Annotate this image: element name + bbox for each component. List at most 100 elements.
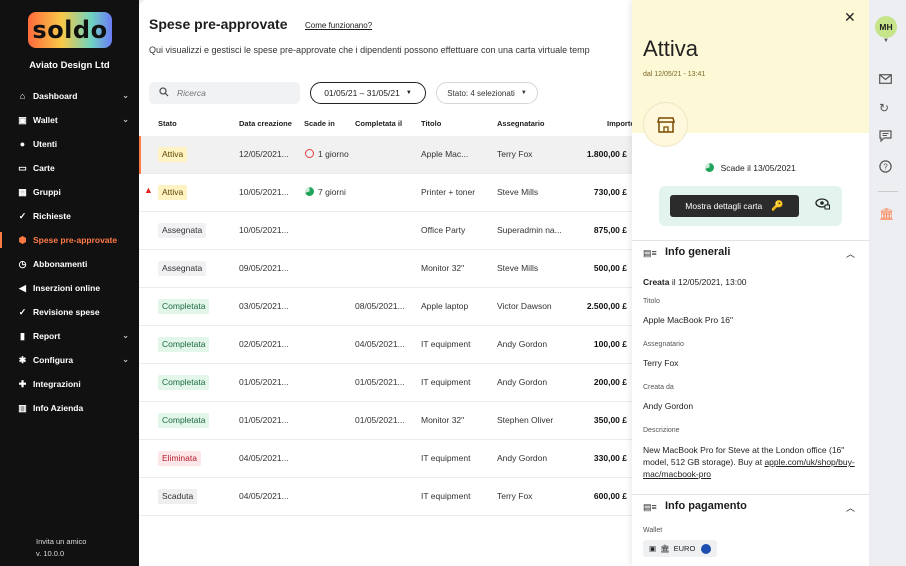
col-amount[interactable]: Importo [607, 119, 633, 128]
building-icon: ▥ [18, 402, 27, 413]
expiry-date: Scade il 13/05/2021 [720, 163, 796, 173]
table-row[interactable]: Eliminata 04/05/2021... IT equipment Andy G… [139, 440, 633, 478]
table-row[interactable]: Completata 02/05/2021... 04/05/2021... IT e… [139, 326, 633, 364]
general-info-header[interactable]: ▤≡ Info generali ︿ [632, 240, 869, 264]
sidebar-item-info-azienda[interactable]: ▥ Info Azienda [0, 396, 139, 420]
col-created[interactable]: Data creazione [239, 119, 292, 128]
completed-cell: 04/05/2021... [355, 339, 405, 349]
bank-icon[interactable]: 🏛 [879, 207, 894, 221]
created-cell: 02/05/2021... [239, 339, 289, 349]
status-badge: Completata [158, 337, 210, 352]
invite-friend-link[interactable]: Invita un amico [36, 536, 86, 548]
table-row[interactable]: Assegnata 09/05/2021... Monitor 32" Steve M… [139, 250, 633, 288]
amount-value: 1.800,00 £ [586, 149, 627, 159]
assignee-cell: Steve Mills [497, 263, 539, 273]
close-icon[interactable]: ✕ [844, 9, 856, 26]
chevron-down-icon: ⌄ [122, 115, 129, 124]
search-input[interactable] [177, 88, 287, 98]
title-cell: IT equipment [421, 491, 471, 501]
title-cell: Printer + toner [421, 187, 476, 197]
table-row[interactable]: Assegnata 10/05/2021... Office Party Supera… [139, 212, 633, 250]
table-row[interactable]: Completata 01/05/2021... 01/05/2021... Moni… [139, 402, 633, 440]
expiry-timer-icon [705, 163, 715, 172]
title-cell: IT equipment [421, 377, 471, 387]
title-cell: Monitor 32" [421, 415, 465, 425]
table-row[interactable]: Completata 01/05/2021... 01/05/2021... IT e… [139, 364, 633, 402]
sidebar-item-richieste[interactable]: ✓ Richieste [0, 204, 139, 228]
help-icon[interactable]: ? [879, 160, 892, 176]
logo-text: soldo [32, 16, 108, 44]
amount-value: 500,00 £ [593, 263, 627, 273]
sidebar-item-report[interactable]: ▮ Report ⌄ [0, 324, 139, 348]
sidebar-item-inserzioni-online[interactable]: ◀ Inserzioni online [0, 276, 139, 300]
created-field: Creata il 12/05/2021, 13:00 [643, 277, 747, 287]
sidebar-item-dashboard[interactable]: ⌂ Dashboard ⌄ [0, 84, 139, 108]
info-list-icon: ▤≡ [643, 502, 657, 512]
how-it-works-link[interactable]: Come funzionano? [305, 21, 372, 30]
amount-cell: 875,00 £ [565, 225, 633, 235]
col-expires[interactable]: Scade in [304, 119, 335, 128]
completed-cell: 01/05/2021... [355, 377, 405, 387]
table-row[interactable]: Attiva 12/05/2021... 1 giorno Apple Mac... T… [139, 136, 633, 174]
amount-value: 875,00 £ [593, 225, 627, 235]
bank-icon: 🏛 [660, 544, 670, 553]
sidebar-item-wallet[interactable]: ▣ Wallet ⌄ [0, 108, 139, 132]
table-row[interactable]: Completata 03/05/2021... 08/05/2021... Appl… [139, 288, 633, 326]
search-box[interactable] [149, 82, 300, 104]
created-value: il 12/05/2021, 13:00 [671, 277, 747, 287]
mail-icon[interactable] [879, 73, 892, 87]
page-title: Spese pre-approvate [149, 16, 288, 32]
col-title[interactable]: Titolo [421, 119, 441, 128]
col-status[interactable]: Stato [158, 119, 177, 128]
col-assignee[interactable]: Assegnatario [497, 119, 545, 128]
sidebar-item-label: Carte [33, 163, 55, 173]
amount-cell: 600,00 £ [565, 491, 633, 501]
chevron-down-icon: ▼ [520, 90, 527, 96]
sidebar-item-integrazioni[interactable]: ✚ Integrazioni [0, 372, 139, 396]
chevron-down-icon: ⌄ [122, 91, 129, 100]
sidebar-item-abbonamenti[interactable]: ◷ Abbonamenti [0, 252, 139, 276]
info-list-icon: ▤≡ [643, 248, 657, 258]
chevron-down-icon: ⌄ [122, 355, 129, 364]
status-badge: Completata [158, 413, 210, 428]
title-cell: Office Party [421, 225, 466, 235]
sidebar-item-label: Report [33, 331, 61, 341]
assignee-cell: Andy Gordon [497, 377, 548, 387]
payment-info-header[interactable]: ▤≡ Info pagamento ︿ [632, 494, 869, 518]
sidebar-item-carte[interactable]: ▭ Carte [0, 156, 139, 180]
col-completed[interactable]: Completata il [355, 119, 402, 128]
description-label: Descrizione [643, 427, 680, 434]
date-range-filter[interactable]: 01/05/21 – 31/05/21 ▼ [310, 82, 426, 104]
chat-icon[interactable] [879, 130, 892, 145]
chevron-down-icon[interactable]: ▼ [883, 38, 889, 44]
table-header: Stato Data creazione Scade in Completata… [139, 114, 633, 134]
status-filter[interactable]: Stato: 4 selezionati ▼ [436, 82, 538, 104]
amount-cell: 100,00 £ [565, 339, 633, 349]
amount-cell: 330,00 £ [565, 453, 633, 463]
soldo-logo[interactable]: soldo [28, 12, 112, 48]
sidebar-item-revisione-spese[interactable]: ✓ Revisione spese [0, 300, 139, 324]
chevron-up-icon: ︿ [846, 249, 856, 259]
show-card-details-button[interactable]: Mostra dettagli carta 🔑 [670, 195, 799, 217]
rail-divider [878, 191, 898, 192]
table-row[interactable]: ▲ Attiva 10/05/2021... 7 giorni Printer + to… [139, 174, 633, 212]
date-range-label: 01/05/21 – 31/05/21 [324, 88, 400, 98]
status-badge: Attiva [158, 185, 188, 200]
created-cell: 04/05/2021... [239, 453, 289, 463]
sidebar-item-configura[interactable]: ✱ Configura ⌄ [0, 348, 139, 372]
amount-cell: 350,00 £ [565, 415, 633, 425]
avatar[interactable]: MH [875, 16, 897, 38]
amount-value: 350,00 £ [593, 415, 627, 425]
sidebar-item-label: Info Azienda [33, 403, 84, 413]
created-cell: 01/05/2021... [239, 377, 289, 387]
sidebar-item-gruppi[interactable]: ▦ Gruppi [0, 180, 139, 204]
refresh-icon[interactable]: ↻ [879, 101, 889, 115]
sidebar-item-label: Abbonamenti [33, 259, 88, 269]
eye-lock-icon[interactable] [815, 197, 830, 213]
chevron-down-icon: ⌄ [122, 331, 129, 340]
table-row[interactable]: Scaduta 04/05/2021... IT equipment Terry Fo… [139, 478, 633, 516]
expires-cell: 7 giorni [305, 187, 351, 197]
status-badge: Assegnata [158, 261, 207, 276]
sidebar-item-spese-pre-approvate[interactable]: ⬢ Spese pre-approvate [0, 228, 139, 252]
sidebar-item-utenti[interactable]: ● Utenti [0, 132, 139, 156]
